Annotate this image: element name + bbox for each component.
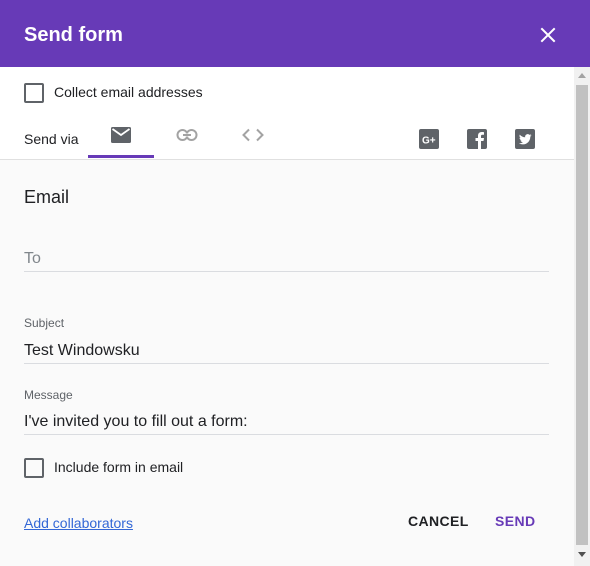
dialog-header: Send form [0,0,590,67]
share-facebook-button[interactable] [466,128,488,150]
google-plus-icon: G+ [419,129,439,149]
collect-email-label: Collect email addresses [54,84,203,100]
send-form-dialog: Send form Collect email addresses Send v… [0,0,590,566]
active-tab-indicator [88,155,154,158]
collect-email-checkbox[interactable] [24,83,44,103]
close-button[interactable] [536,23,560,47]
email-icon [111,127,131,143]
dialog-content: Collect email addresses Send via G+ Emai… [0,67,574,566]
tab-email[interactable] [88,121,154,159]
close-icon [540,27,556,43]
scroll-up-arrow-icon[interactable] [578,73,586,78]
share-google-plus-button[interactable]: G+ [418,128,440,150]
message-label: Message [24,388,73,402]
twitter-icon [515,129,535,149]
dialog-title: Send form [24,24,123,46]
to-field [24,248,549,272]
svg-text:G+: G+ [422,136,436,147]
facebook-icon [467,129,487,149]
scroll-down-arrow-icon[interactable] [578,552,586,557]
to-input[interactable] [24,248,549,270]
vertical-scrollbar[interactable] [574,67,590,566]
subject-field [24,340,549,364]
message-input[interactable] [24,411,549,433]
send-button[interactable]: SEND [495,512,536,530]
scrollbar-thumb[interactable] [576,85,588,545]
message-field [24,411,549,435]
email-section-title: Email [24,187,70,207]
link-icon [176,129,198,141]
add-collaborators-link[interactable]: Add collaborators [24,514,133,532]
subject-label: Subject [24,316,65,330]
include-form-label: Include form in email [54,459,184,475]
send-via-label: Send via [24,131,79,147]
tab-link[interactable] [154,121,220,159]
email-panel: Email Subject Message Include form in em… [0,160,574,566]
send-options: Collect email addresses Send via G+ [0,67,574,160]
share-twitter-button[interactable] [514,128,536,150]
code-icon [242,128,264,142]
cancel-button[interactable]: CANCEL [408,512,469,530]
include-form-checkbox[interactable] [24,458,44,478]
tab-embed[interactable] [220,121,286,159]
subject-input[interactable] [24,340,549,362]
